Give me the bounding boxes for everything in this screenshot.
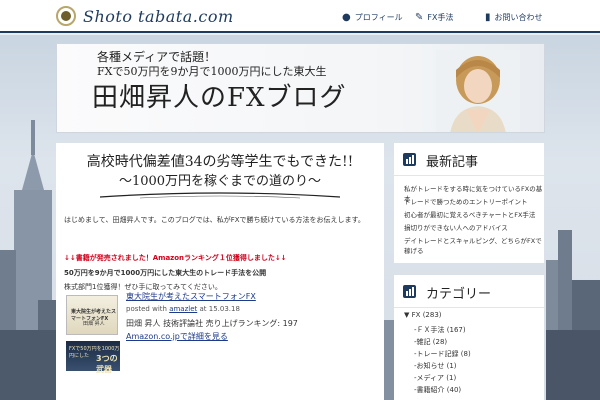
book-cover-author: 田畑 昇人 xyxy=(83,321,105,327)
nav-item-profile[interactable]: ● プロフィール xyxy=(342,10,403,24)
book-banner-image[interactable]: FXで50万円を1000万円にした 3つの武器 xyxy=(66,341,120,374)
posted-prefix: posted with xyxy=(126,305,167,313)
chat-icon: ▮ xyxy=(485,11,491,23)
logo-seal-icon[interactable] xyxy=(56,6,76,26)
posted-with-line: posted with amazlet at 15.03.18 xyxy=(126,305,240,313)
main-content: 高校時代偏差値34の劣等学生でもできた!! ～1000万円を稼ぐまでの道のり～ … xyxy=(56,143,384,400)
banner-title: 田畑昇人のFXブログ xyxy=(92,83,347,113)
nav-item-label: お問い合わせ xyxy=(494,12,543,22)
user-icon: ● xyxy=(342,11,351,23)
post-highlight-text: 50万円を9か月で1000万円にした東大生のトレード手法を公開 xyxy=(64,269,267,277)
categories-header: カテゴリー xyxy=(394,275,544,308)
category-count: (1) xyxy=(446,374,457,382)
category-label: -雑記 xyxy=(414,338,431,346)
category-count: (40) xyxy=(446,386,462,394)
expand-arrow-icon[interactable]: ▼ xyxy=(404,311,409,319)
post-title-line-1: 高校時代偏差値34の劣等学生でもできた!! xyxy=(86,154,354,170)
recent-post-link[interactable]: 初心者が最初に覚えるべきチャートとFX手法 xyxy=(404,209,535,219)
nav-item-label: プロフィール xyxy=(354,12,403,22)
nav-item-contact[interactable]: ▮ お問い合わせ xyxy=(485,10,543,24)
categories-title: カテゴリー xyxy=(426,287,492,302)
posted-date: at 15.03.18 xyxy=(199,305,240,313)
bar-chart-icon xyxy=(403,285,416,298)
category-item[interactable]: -ＦＸ手法 (167) xyxy=(414,325,466,335)
recent-post-link[interactable]: トレードで勝つためのエントリーポイント xyxy=(404,196,528,206)
category-count: (28) xyxy=(432,338,448,346)
category-item[interactable]: -メディア (1) xyxy=(414,373,456,383)
book-cover-image[interactable]: 東大院生が考えたスマートフォンFX 田畑 昇人 xyxy=(66,295,118,335)
recent-posts-header: 最新記事 xyxy=(394,143,544,176)
category-count: (8) xyxy=(460,350,471,358)
header-banner[interactable]: 各種メディアで話題！ FXで50万円を9か月で1000万円にした東大生 田畑昇人… xyxy=(56,43,545,133)
nav-item-label: FX手法 xyxy=(427,12,454,22)
recent-post-link[interactable]: デイトレードとスキャルピング、どちらがFXで稼げる xyxy=(404,235,544,255)
site-logo-text[interactable]: Shoto tabata.com xyxy=(83,7,234,26)
sales-ranking-line: 田畑 昇人 技術評論社 売り上げランキング: 197 xyxy=(126,319,298,328)
category-item-fx[interactable]: ▼ FX (283) xyxy=(404,311,442,319)
post-intro-text: はじめまして、田畑昇人です。このブログでは、私がFXで勝ち続けている方法をお伝え… xyxy=(64,216,365,224)
product-title-link[interactable]: 東大院生が考えたスマートフォンFX xyxy=(126,291,256,302)
category-item[interactable]: -雑記 (28) xyxy=(414,337,447,347)
post-title-line-2: ～1000万円を稼ぐまでの道のり～ xyxy=(118,174,322,189)
category-label: -書籍紹介 xyxy=(414,386,445,394)
category-label: -ＦＸ手法 xyxy=(414,326,445,334)
category-item[interactable]: -書籍紹介 (40) xyxy=(414,385,461,395)
book-banner-headline: 3つの武器 xyxy=(96,354,118,374)
category-count: (167) xyxy=(446,326,466,334)
category-item[interactable]: -トレード記録 (8) xyxy=(414,349,471,359)
author-portrait-image xyxy=(436,50,520,132)
category-item[interactable]: -お知らせ (1) xyxy=(414,361,457,371)
top-header-bar: Shoto tabata.com ● プロフィール ✎ FX手法 ▮ お問い合わ… xyxy=(0,0,600,33)
pencil-icon: ✎ xyxy=(415,11,424,23)
book-announcement: ↓↓書籍が発売されました！Amazonランキング１位獲得しました↓↓ xyxy=(64,254,287,262)
category-label: -メディア xyxy=(414,374,445,382)
amazlet-link[interactable]: amazlet xyxy=(169,305,197,313)
recent-posts-title: 最新記事 xyxy=(426,155,479,170)
category-label: -お知らせ xyxy=(414,362,445,370)
recent-posts-widget: 最新記事 私がトレードをする時に気をつけているFXの基本 トレードで勝つためのエ… xyxy=(394,143,544,263)
recent-post-link[interactable]: 損切りができない人へのアドバイス xyxy=(404,222,508,232)
category-label: -トレード記録 xyxy=(414,350,459,358)
categories-widget: カテゴリー ▼ FX (283) -ＦＸ手法 (167) -雑記 (28) -ト… xyxy=(394,275,544,400)
category-count: (1) xyxy=(446,362,457,370)
bar-chart-icon xyxy=(403,153,416,166)
category-label: FX xyxy=(411,311,421,319)
nav-item-fx-method[interactable]: ✎ FX手法 xyxy=(415,10,453,24)
amazon-detail-link[interactable]: Amazon.co.jpで詳細を見る xyxy=(126,331,228,342)
title-divider-ornament xyxy=(100,192,340,199)
category-count: (283) xyxy=(422,311,442,319)
